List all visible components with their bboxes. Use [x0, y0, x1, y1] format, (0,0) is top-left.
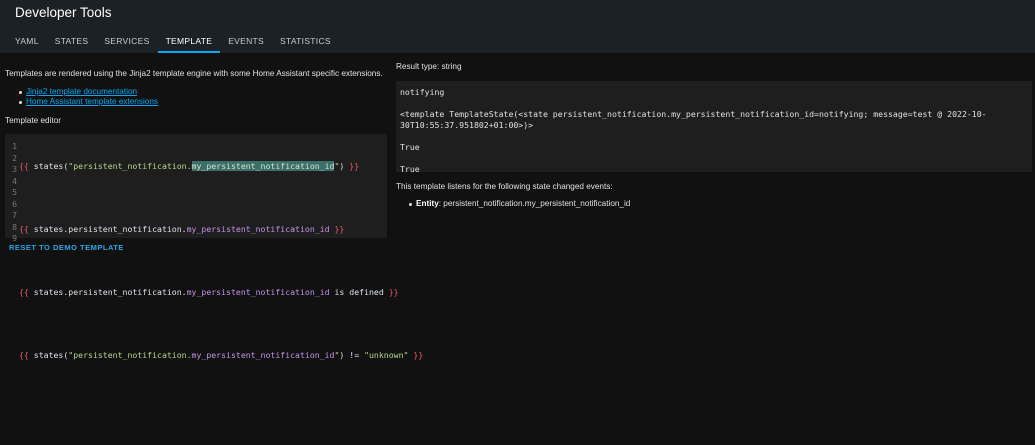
reset-demo-template-button[interactable]: RESET TO DEMO TEMPLATE [9, 243, 124, 252]
editor-label: Template editor [5, 116, 61, 125]
code-token: }} [388, 287, 399, 297]
code-token: states( [28, 161, 69, 171]
result-line: 30T10:55:37.951802+01:00>)> [400, 120, 534, 130]
code-token: {{ [19, 161, 29, 171]
line-number: 3 [12, 164, 17, 174]
code-token: }} [349, 161, 360, 171]
result-line: True [400, 164, 420, 174]
code-token: is defined [329, 287, 389, 297]
result-line: True [400, 142, 420, 152]
line-number: 2 [12, 152, 17, 163]
doc-links: Jinja2 template documentation Home Assis… [19, 87, 158, 107]
tab-bar: YAML STATES SERVICES TEMPLATE EVENTS STA… [7, 28, 339, 53]
ha-template-extensions-link[interactable]: Home Assistant template extensions [26, 97, 158, 106]
jinja2-docs-link[interactable]: Jinja2 template documentation [26, 87, 137, 96]
code-token: my_persistent_notification_id [191, 350, 335, 360]
line-number: 5 [12, 187, 17, 197]
code-line: {{ states("persistent_notification.my_pe… [19, 161, 423, 173]
list-item: Jinja2 template documentation [19, 87, 158, 97]
code-token: my_persistent_notification_id [186, 287, 330, 297]
code-token: {{ [19, 287, 29, 297]
listeners-description: This template listens for the following … [396, 182, 613, 191]
entity-listener-item: Entity: persistent_notification.my_persi… [408, 199, 631, 208]
list-item: Home Assistant template extensions [19, 97, 158, 107]
code-token: my_persistent_notification_id [191, 161, 335, 171]
entity-value: : persistent_notification.my_persistent_… [438, 199, 631, 208]
code-token: my_persistent_notification_id [186, 224, 330, 234]
tab-services[interactable]: SERVICES [96, 28, 157, 53]
line-number: 1 [12, 141, 17, 151]
tab-statistics[interactable]: STATISTICS [272, 28, 339, 53]
line-number: 8 [12, 221, 17, 232]
result-line: <template TemplateState(<state persisten… [400, 109, 987, 119]
intro-text: Templates are rendered using the Jinja2 … [5, 69, 383, 78]
code-token: "unknown" [364, 350, 409, 360]
code-token: }} [334, 224, 345, 234]
result-line: notifying [400, 87, 445, 97]
code-token: states.persistent_notification. [28, 287, 187, 297]
result-line [400, 153, 1028, 164]
result-line [400, 98, 1028, 109]
code-token: ) [339, 161, 350, 171]
code-line: {{ states("persistent_notification.my_pe… [19, 350, 423, 362]
code-token: }} [413, 350, 424, 360]
tab-events[interactable]: EVENTS [220, 28, 272, 53]
code-token: "persistent_notification. [68, 350, 192, 360]
page-title: Developer Tools [15, 5, 112, 20]
code-token: "persistent_notification. [68, 161, 192, 171]
code-lines: {{ states("persistent_notification.my_pe… [19, 141, 423, 445]
code-line: {{ states.persistent_notification.my_per… [19, 224, 423, 236]
tab-yaml[interactable]: YAML [7, 28, 47, 53]
line-gutter: 1 2 3 4 5 6 7 8 9 [5, 141, 17, 245]
code-token: {{ [19, 350, 29, 360]
tab-template[interactable]: TEMPLATE [157, 28, 221, 53]
result-line [400, 131, 1028, 142]
template-editor[interactable]: 1 2 3 4 5 6 7 8 9 {{ states("persistent_… [5, 134, 423, 360]
code-token: states.persistent_notification. [28, 224, 187, 234]
code-token: {{ [19, 224, 29, 234]
result-output: notifying <template TemplateState(<state… [396, 81, 1032, 174]
line-number: 4 [12, 175, 17, 186]
code-line: {{ states.persistent_notification.my_per… [19, 287, 423, 299]
app-header: Developer Tools YAML STATES SERVICES TEM… [0, 0, 1035, 53]
code-token: ) != [339, 350, 365, 360]
line-number: 7 [12, 210, 17, 220]
line-number: 6 [12, 198, 17, 209]
tab-states[interactable]: STATES [47, 28, 97, 53]
result-type-label: Result type: string [396, 62, 462, 71]
code-token: states( [28, 350, 69, 360]
entity-label: Entity [416, 199, 439, 208]
